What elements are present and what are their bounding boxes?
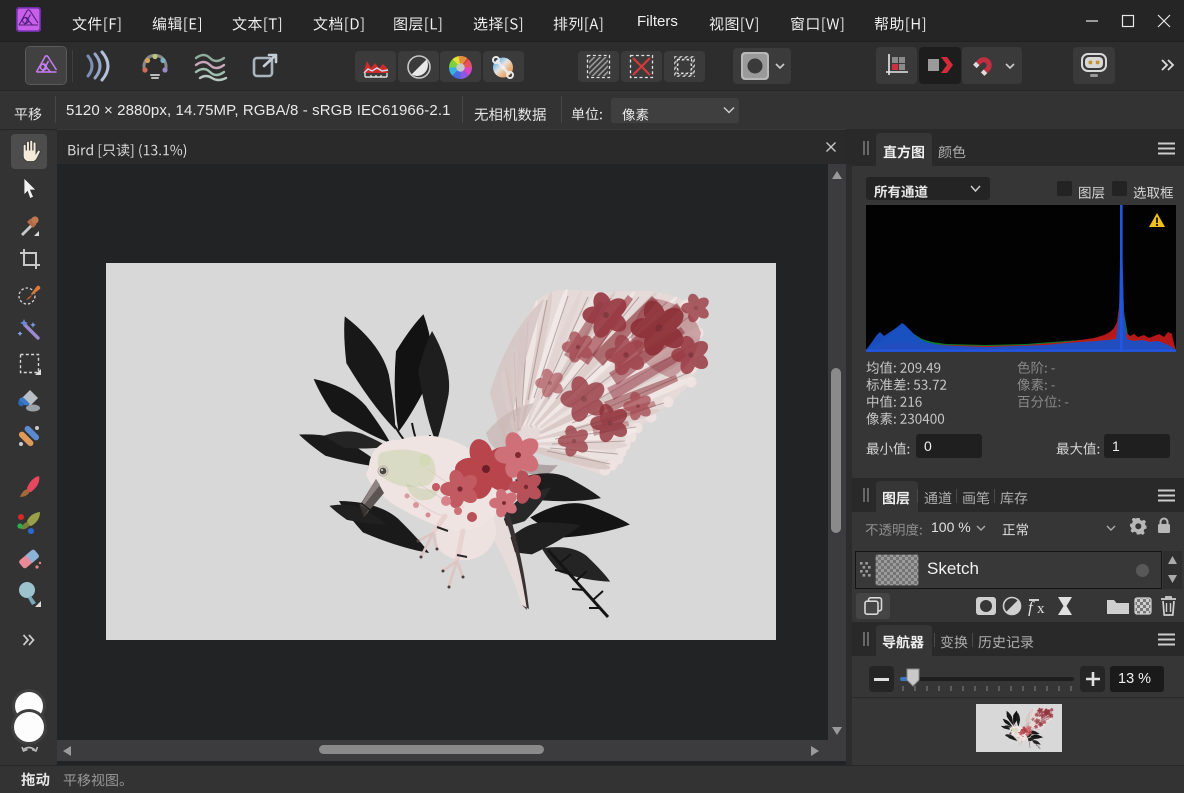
svg-text:x: x xyxy=(1037,601,1045,616)
